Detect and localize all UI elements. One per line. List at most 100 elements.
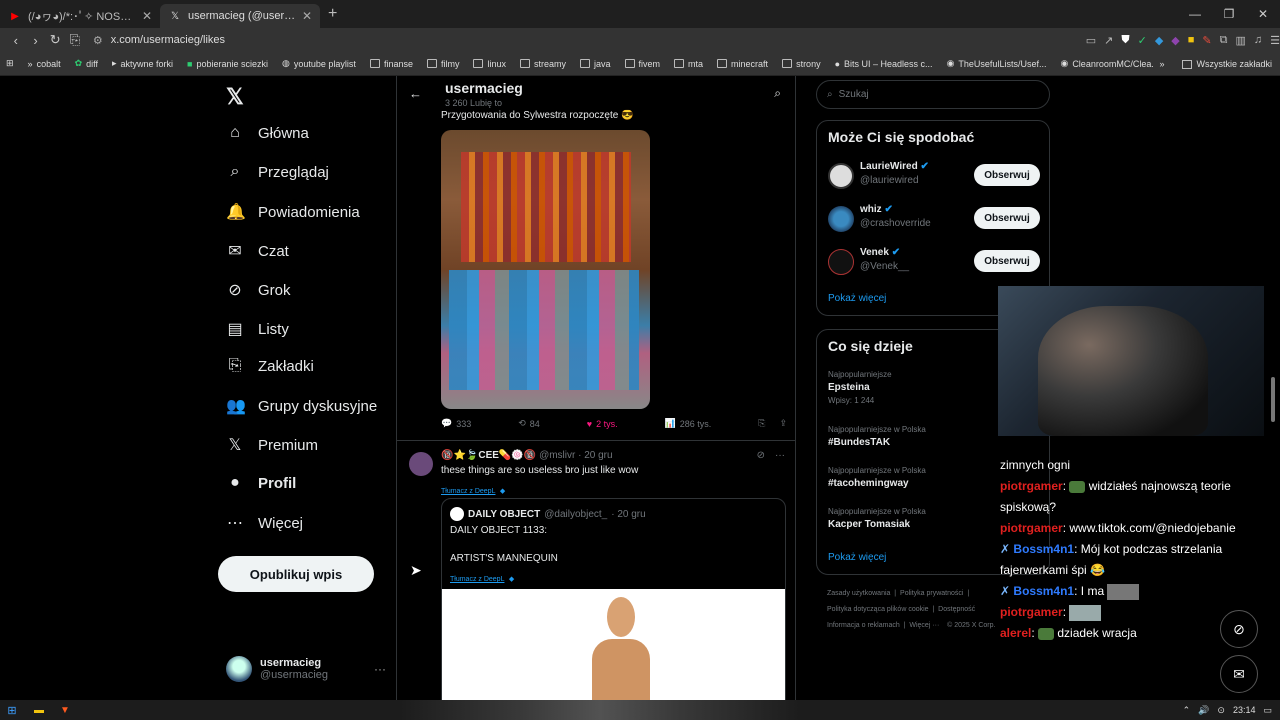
shield-icon[interactable]: ⛊ xyxy=(1121,34,1129,47)
file-explorer-icon[interactable]: ▬ xyxy=(28,702,50,718)
nav-item-bell[interactable]: 🔔 Powiadomienia xyxy=(226,202,360,222)
close-tab-icon[interactable]: ✕ xyxy=(142,9,152,23)
bookmark-folder[interactable]: mta xyxy=(674,59,703,69)
translate-link[interactable]: Tłumacz z DeepL ◆ xyxy=(450,568,514,586)
bookmark-item[interactable]: ● Bits UI – Headless c... xyxy=(835,59,933,69)
puzzle-icon[interactable]: ⧉ xyxy=(1220,34,1228,47)
nav-item-grok[interactable]: ⊘ Grok xyxy=(226,280,290,300)
bookmark-item[interactable]: ✿ diff xyxy=(75,58,98,69)
bookmark-item[interactable]: ▸ aktywne forki xyxy=(112,58,173,69)
translate-link[interactable]: Tłumacz z DeepL ◆ xyxy=(441,480,505,498)
extension-red-icon[interactable]: ✎ xyxy=(1202,34,1211,47)
nav-item-person[interactable]: ● Profil xyxy=(226,474,296,492)
bookmark-item[interactable]: ◍ youtube playlist xyxy=(282,58,356,69)
post-button[interactable]: Opublikuj wpis xyxy=(218,556,374,592)
footer-link[interactable]: Zasady użytkowania xyxy=(827,590,890,597)
author-handle[interactable]: @mslivr xyxy=(539,450,575,461)
footer-link[interactable]: Dostępność xyxy=(938,606,975,613)
bookmark-folder[interactable]: finanse xyxy=(369,59,413,69)
network-icon[interactable]: ⊙ xyxy=(1217,705,1225,716)
trend-item[interactable]: Najpopularniejsze w Polska #tacohemingwa… xyxy=(828,466,926,489)
bookmark-folder[interactable]: streamy xyxy=(519,59,566,69)
show-more-link[interactable]: Pokaż więcej xyxy=(828,552,886,563)
brave-browser-icon[interactable]: ▼ xyxy=(54,702,76,718)
forward-icon[interactable]: › xyxy=(26,33,46,48)
reply-button[interactable]: 💬 333 xyxy=(441,418,471,429)
account-switcher[interactable]: usermacieg @usermacieg ··· xyxy=(226,656,386,682)
more-dots-icon[interactable]: ··· xyxy=(374,662,386,676)
bookmark-item[interactable]: ■ pobieranie sciezki xyxy=(187,59,268,69)
repost-button[interactable]: ⟲ 84 xyxy=(518,418,540,429)
new-tab-button[interactable]: + xyxy=(328,5,337,23)
bookmark-folder[interactable]: filmy xyxy=(426,59,459,69)
bookmark-page-icon[interactable]: ⎘ xyxy=(65,32,85,48)
author-name[interactable]: 🔞⭐🍃CEE💊🍥🔞 xyxy=(441,450,536,461)
nav-item-people[interactable]: 👥 Grupy dyskusyjne xyxy=(226,396,377,416)
extension-purple-icon[interactable]: ◆ xyxy=(1171,34,1179,47)
more-dots-icon[interactable]: ··· xyxy=(775,450,785,461)
screen-icon[interactable]: ▭ xyxy=(1086,34,1096,47)
nav-item-list[interactable]: ▤ Listy xyxy=(226,319,288,339)
reload-icon[interactable]: ↻ xyxy=(45,32,65,48)
bookmark-item[interactable]: » cobalt xyxy=(28,59,61,69)
share-icon[interactable]: ↗ xyxy=(1104,34,1113,47)
back-icon[interactable]: ‹ xyxy=(6,33,26,48)
messages-fab-button[interactable]: ✉ xyxy=(1220,655,1258,693)
url-field[interactable]: ⚙ x.com/usermacieg/likes xyxy=(93,30,1078,50)
restore-icon[interactable]: ❐ xyxy=(1212,0,1246,28)
bookmarks-overflow-icon[interactable]: » xyxy=(1159,59,1164,69)
bookmark-item[interactable]: ◉ TheUsefulLists/Usef... xyxy=(947,58,1047,69)
nav-item-mail[interactable]: ✉ Czat xyxy=(226,241,289,261)
quote-image[interactable] xyxy=(442,589,785,700)
like-button[interactable]: ♥ 2 tys. xyxy=(587,418,618,429)
quoted-tweet[interactable]: DAILY OBJECT @dailyobject_ · 20 gru DAIL… xyxy=(441,498,786,700)
search-input[interactable]: ⌕ Szukaj xyxy=(816,80,1050,109)
nav-item-more-circle[interactable]: ⋯ Więcej xyxy=(226,513,303,533)
minimize-icon[interactable]: — xyxy=(1178,0,1212,28)
grok-fab-button[interactable]: ⊘ xyxy=(1220,610,1258,648)
follow-button[interactable]: Obserwuj xyxy=(974,207,1040,229)
bookmark-folder[interactable]: linux xyxy=(473,59,506,69)
trend-item[interactable]: Najpopularniejsze w Polska Kacper Tomasi… xyxy=(828,507,926,530)
menu-icon[interactable]: ☰ xyxy=(1270,34,1280,47)
show-more-link[interactable]: Pokaż więcej xyxy=(828,293,886,304)
site-info-icon[interactable]: ⚙ xyxy=(93,34,103,47)
nav-item-search[interactable]: ⌕ Przeglądaj xyxy=(226,163,329,181)
follow-suggestion[interactable]: whiz ✔ @crashoverride Obserwuj xyxy=(828,204,1040,234)
bookmark-folder[interactable]: minecraft xyxy=(717,59,768,69)
follow-suggestion[interactable]: Venek ✔ @Venek__ Obserwuj xyxy=(828,247,1040,277)
footer-link[interactable]: Więcej ··· xyxy=(909,622,939,629)
clock[interactable]: 23:14 xyxy=(1233,705,1256,715)
bookmark-folder[interactable]: java xyxy=(580,59,611,69)
playlist-icon[interactable]: ♫ xyxy=(1254,34,1262,47)
share-icon[interactable]: ⇪ xyxy=(779,418,787,429)
tab-x-profile[interactable]: 𝕏 usermacieg (@usermacieg) / X ✕ xyxy=(160,4,320,28)
follow-button[interactable]: Obserwuj xyxy=(974,250,1040,272)
sidebar-icon[interactable]: ▥ xyxy=(1235,34,1245,47)
close-window-icon[interactable]: ✕ xyxy=(1246,0,1280,28)
nav-item-home[interactable]: ⌂ Główna xyxy=(226,124,309,142)
trend-item[interactable]: Najpopularniejsze Epsteina Wpisy: 1 244 xyxy=(828,370,892,405)
bookmark-folder[interactable]: strony xyxy=(782,59,821,69)
extension-blue-icon[interactable]: ◆ xyxy=(1155,34,1163,47)
notifications-icon[interactable]: ▭ xyxy=(1263,705,1272,716)
scrollbar-thumb[interactable] xyxy=(1271,377,1275,422)
bookmark-item[interactable]: ◉ CleanroomMC/Clea... xyxy=(1060,58,1158,69)
bookmark-button[interactable]: ⎘ ⇪ xyxy=(758,418,787,429)
tray-chevron-icon[interactable]: ⌃ xyxy=(1183,705,1191,716)
footer-link[interactable]: Polityka prywatności xyxy=(900,590,963,597)
follow-suggestion[interactable]: LaurieWired ✔ @lauriewired Obserwuj xyxy=(828,161,1040,191)
tweet-date[interactable]: · 20 gru xyxy=(578,450,612,461)
footer-link[interactable]: Polityka dotycząca plików cookie xyxy=(827,606,929,613)
tweet-image[interactable] xyxy=(441,130,650,409)
search-icon[interactable]: ⌕ xyxy=(774,86,781,101)
close-tab-icon[interactable]: ✕ xyxy=(302,9,312,23)
grok-icon[interactable]: ⊘ xyxy=(757,450,765,461)
apps-grid-icon[interactable]: ⊞ xyxy=(6,58,14,69)
follow-button[interactable]: Obserwuj xyxy=(974,164,1040,186)
tab-nostalgic[interactable]: ▶ (/◕ヮ◕)/*:･ﾟ✧ NOSTALGIC HEXD ✕ xyxy=(0,4,160,28)
trend-item[interactable]: Najpopularniejsze w Polska #BundesTAK xyxy=(828,425,926,448)
volume-icon[interactable]: 🔊 xyxy=(1198,705,1209,716)
x-logo-icon[interactable]: 𝕏 xyxy=(226,84,244,110)
extension-yellow-icon[interactable]: ■ xyxy=(1188,34,1195,47)
